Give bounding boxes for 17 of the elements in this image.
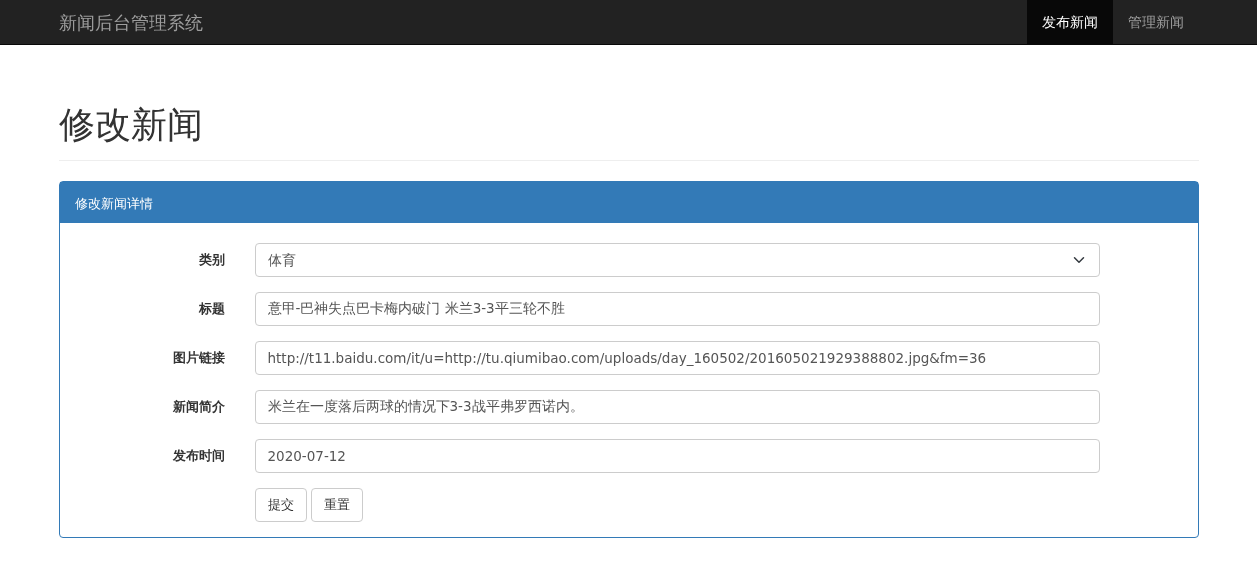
input-field[interactable]: 意甲-巴神失点巴卡梅内破门 米兰3-3平三轮不胜 [254, 292, 1100, 327]
field-label: 标题 [197, 300, 226, 319]
input-field[interactable]: 2020-07-12 [254, 439, 1100, 474]
brand-title[interactable]: 新闻后台管理系统 [58, 0, 203, 45]
field-label: 图片链接 [171, 349, 226, 368]
input-field[interactable]: 米兰在一度落后两球的情况下3-3战平弗罗西诺内。 [254, 390, 1100, 425]
field-label: 新闻简介 [171, 398, 226, 417]
category-select[interactable]: 体育 [254, 243, 1100, 278]
nav-link[interactable]: 管理新闻 [1112, 0, 1199, 45]
form-button[interactable]: 重置 [310, 488, 363, 522]
field-label: 发布时间 [171, 447, 226, 466]
page-title: 修改新闻 [58, 103, 1199, 162]
input-field[interactable]: http://t11.baidu.com/it/u=http://tu.qiumibao.com/uploads/day_160502/201605021929388802.jpg&fm=36 [254, 341, 1100, 376]
form-button[interactable]: 提交 [254, 488, 307, 522]
field-label: 类别 [197, 251, 226, 270]
panel-title: 修改新闻详情 [74, 196, 153, 212]
nav-link[interactable]: 发布新闻 [1026, 0, 1113, 45]
